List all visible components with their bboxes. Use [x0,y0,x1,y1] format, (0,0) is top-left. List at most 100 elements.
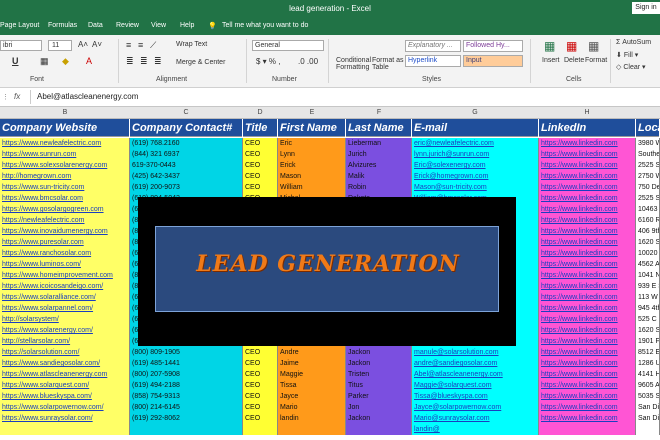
header-contact[interactable]: Company Contact# [130,119,243,137]
formula-options-icon[interactable]: ⋮ [2,93,9,101]
delete-button[interactable]: Delete [564,57,584,64]
cell-last-name[interactable]: Jon [346,402,412,413]
cell-email[interactable]: lynn.jurich@sunrun.com [412,149,539,160]
cell-website[interactable]: https://solarsolution.com/ [0,347,130,358]
cell-website[interactable]: https://www.sandiegosolar.com/ [0,358,130,369]
cell-title[interactable]: CEO [243,391,278,402]
cell-first-name[interactable] [278,424,346,435]
cell-linkedin[interactable]: https://www.linkedin.com [539,413,636,424]
cell-website[interactable]: https://www.solaralliance.com/ [0,292,130,303]
tab-help[interactable]: Help [180,22,194,29]
insert-button[interactable]: Insert [542,57,560,64]
currency-icon[interactable]: $ ▾ % , [256,57,280,66]
delete-cells-icon[interactable]: ▦ [566,39,577,53]
wrap-text-button[interactable]: Wrap Text [176,41,207,48]
cell-email[interactable]: Erick@homegrown.com [412,171,539,182]
cell-website[interactable]: https://www.ranchosolar.com [0,248,130,259]
cell-title[interactable] [243,424,278,435]
cell-location[interactable]: 113 W C [636,292,660,303]
cell-first-name[interactable]: Mario [278,402,346,413]
cell-last-name[interactable]: Tristen [346,369,412,380]
cell-linkedin[interactable]: https://www.linkedin.com [539,138,636,149]
cell-linkedin[interactable]: https://www.linkedin.com [539,226,636,237]
cell-last-name[interactable]: Jackon [346,347,412,358]
fx-label[interactable]: fx [14,92,20,101]
cell-title[interactable]: CEO [243,160,278,171]
cell-website[interactable]: https://www.icoicosandeigo.com/ [0,281,130,292]
cell-first-name[interactable]: Eric [278,138,346,149]
cell-contact[interactable]: (800) 214-6145 [130,402,243,413]
cell-website[interactable]: https://www.puresolar.com [0,237,130,248]
grow-font-icon[interactable]: A˄ [78,40,88,49]
style-hyperlink[interactable]: Hyperlink [405,55,461,67]
shrink-font-icon[interactable]: A˅ [92,40,102,49]
align-center-icon[interactable]: ≣ [140,56,148,67]
cell-email[interactable]: Mason@sun-tricity.com [412,182,539,193]
cell-website[interactable]: https://www.solarpannel.com/ [0,303,130,314]
cell-contact[interactable]: (619) 768.2160 [130,138,243,149]
tab-formulas[interactable]: Formulas [48,22,77,29]
cell-first-name[interactable]: Erick [278,160,346,171]
cell-location[interactable]: 1620 S [636,325,660,336]
cell-website[interactable]: https://newleafelectric.com [0,215,130,226]
cell-contact[interactable]: (858) 754-9313 [130,391,243,402]
cell-email[interactable]: manule@solarsolution.com [412,347,539,358]
cell-linkedin[interactable] [539,424,636,435]
cell-website[interactable]: https://www.gosolargogreen.com [0,204,130,215]
cell-linkedin[interactable]: https://www.linkedin.com [539,182,636,193]
cell-website[interactable]: https://www.atlascleanenergy.com [0,369,130,380]
cell-title[interactable]: CEO [243,413,278,424]
cell-location[interactable]: 525 C S [636,314,660,325]
cell-website[interactable]: https://www.luminos.com/ [0,259,130,270]
align-top-icon[interactable]: ≡ [126,40,131,50]
cell-title[interactable]: CEO [243,149,278,160]
cell-title[interactable]: CEO [243,402,278,413]
cell-email[interactable]: landin@ [412,424,539,435]
cell-linkedin[interactable]: https://www.linkedin.com [539,292,636,303]
cell-title[interactable]: CEO [243,380,278,391]
cell-location[interactable]: 750 De [636,182,660,193]
font-color-icon[interactable]: A [86,56,92,66]
cell-first-name[interactable]: Tissa [278,380,346,391]
autosum-button[interactable]: Σ AutoSum [616,39,651,46]
cell-location[interactable]: 3980 W [636,138,660,149]
cell-linkedin[interactable]: https://www.linkedin.com [539,237,636,248]
number-format-box[interactable]: General [252,40,324,51]
cell-linkedin[interactable]: https://www.linkedin.com [539,248,636,259]
fill-button[interactable]: ⬇ Fill ▾ [616,51,638,59]
cell-website[interactable]: https://www.solarpowernow.com/ [0,402,130,413]
column-letter-d[interactable]: D [256,109,264,116]
header-linkedin[interactable]: LinkedIn [539,119,636,137]
tab-page-layout[interactable]: Page Layout [0,22,39,29]
cell-linkedin[interactable]: https://www.linkedin.com [539,325,636,336]
cell-linkedin[interactable]: https://www.linkedin.com [539,358,636,369]
cell-location[interactable]: 5035 S [636,391,660,402]
cell-email[interactable]: Maggie@solarquest.com [412,380,539,391]
formula-input[interactable]: Abel@atlascleanenergy.com [30,90,660,104]
orientation-icon[interactable]: ⟋ [150,40,156,51]
cell-location[interactable]: 2750 W [636,171,660,182]
cell-website[interactable]: https://www.sunrun.com [0,149,130,160]
cell-location[interactable]: 4141 H [636,369,660,380]
cell-email[interactable]: andre@sandiegosolar.com [412,358,539,369]
cell-linkedin[interactable]: https://www.linkedin.com [539,171,636,182]
cell-website[interactable]: http://stellarsolar.com/ [0,336,130,347]
cell-first-name[interactable]: Lynn [278,149,346,160]
cell-website[interactable]: http://solarsystem/ [0,314,130,325]
cell-contact[interactable]: (800) 207-5908 [130,369,243,380]
format-as-table-button[interactable]: Format as Table [372,57,404,71]
cell-location[interactable] [636,424,660,435]
cell-last-name[interactable]: Jurich [346,149,412,160]
cell-first-name[interactable]: Jaime [278,358,346,369]
fill-color-icon[interactable]: ◆ [62,56,69,67]
cell-last-name[interactable]: Lieberman [346,138,412,149]
tell-me-search[interactable]: Tell me what you want to do [222,22,308,29]
insert-cells-icon[interactable]: ▦ [544,39,555,53]
cell-first-name[interactable]: landin [278,413,346,424]
column-letter-b[interactable]: B [61,109,69,116]
cell-last-name[interactable] [346,424,412,435]
cell-website[interactable]: https://www.homeimprovement.com [0,270,130,281]
cell-location[interactable]: 8512 E [636,347,660,358]
cell-contact[interactable]: (844) 321 6937 [130,149,243,160]
cell-title[interactable]: CEO [243,347,278,358]
